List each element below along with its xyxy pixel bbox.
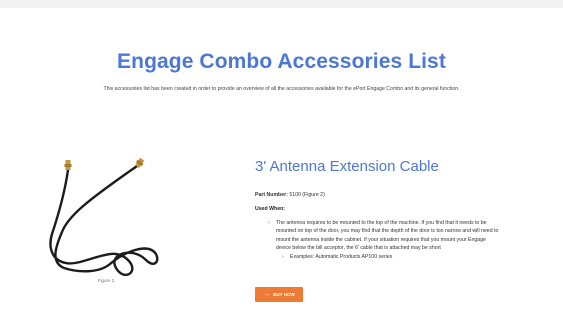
chevron-right-icon: › bbox=[268, 220, 270, 226]
example-text: Examples: Automatic Products AP100 serie… bbox=[290, 253, 393, 260]
used-when-label: Used When: bbox=[255, 206, 285, 212]
page-intro: This accessories list has been created i… bbox=[103, 86, 460, 92]
arrow-right-icon: → bbox=[263, 291, 271, 298]
used-when-list: › The antenna requires to be mounted to … bbox=[268, 219, 563, 261]
product-title: 3' Antenna Extension Cable bbox=[255, 158, 439, 175]
page: Engage Combo Accessories List This acces… bbox=[0, 8, 563, 322]
page-title: Engage Combo Accessories List bbox=[117, 50, 446, 73]
used-when-line: mount the antenna inside the cabinet. If… bbox=[276, 236, 486, 243]
used-when-line: The antenna requires to be mounted to th… bbox=[276, 220, 487, 226]
buy-now-button[interactable]: → BUY NOW bbox=[255, 287, 303, 302]
list-item: device below the bill acceptor, the 6' c… bbox=[268, 244, 563, 252]
antenna-cable-image bbox=[49, 157, 159, 276]
list-item: mounted on top of the door, you may find… bbox=[268, 227, 563, 235]
part-number-value: 5100 (Figure 2) bbox=[289, 192, 325, 198]
part-number-label: Part Number: bbox=[255, 192, 288, 198]
figure-caption: Figure 2 bbox=[97, 278, 115, 283]
chevron-right-icon: › bbox=[282, 253, 284, 260]
part-number: Part Number: 5100 (Figure 2) bbox=[255, 192, 325, 198]
buy-now-label: BUY NOW bbox=[273, 292, 295, 297]
list-item: mount the antenna inside the cabinet. If… bbox=[268, 236, 563, 244]
used-when-line: device below the bill acceptor, the 6' c… bbox=[276, 245, 441, 252]
list-item: › Examples: Automatic Products AP100 ser… bbox=[268, 253, 563, 261]
used-when-line: mounted on top of the door, you may find… bbox=[276, 228, 499, 235]
list-item: › The antenna requires to be mounted to … bbox=[268, 219, 563, 227]
